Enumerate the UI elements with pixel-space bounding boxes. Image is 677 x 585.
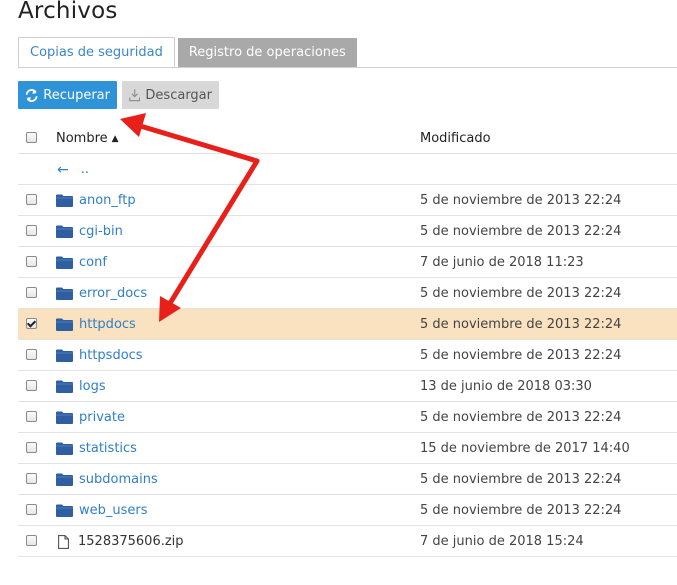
table-row[interactable]: conf 7 de junio de 2018 11:23 — [18, 247, 677, 278]
table-row[interactable]: statistics 15 de noviembre de 2017 14:40 — [18, 433, 677, 464]
back-arrow-icon[interactable]: ← — [57, 162, 69, 178]
download-button-label: Descargar — [145, 87, 212, 103]
name-cell: httpsdocs — [56, 340, 143, 371]
row-checkbox[interactable] — [26, 535, 37, 546]
folder-icon — [56, 194, 73, 207]
folder-icon — [56, 380, 73, 393]
parent-directory-row[interactable]: ← .. — [18, 154, 677, 185]
table-row[interactable]: cgi-bin 5 de noviembre de 2013 22:24 — [18, 216, 677, 247]
download-icon — [129, 89, 141, 102]
row-checkbox[interactable] — [26, 442, 37, 453]
folder-link[interactable]: httpsdocs — [79, 348, 143, 363]
folder-link[interactable]: anon_ftp — [79, 193, 136, 208]
modified-column-header[interactable]: Modificado — [420, 123, 491, 154]
tab-operations-log[interactable]: Registro de operaciones — [177, 38, 357, 68]
name-cell: private — [56, 402, 125, 433]
modified-cell: 5 de noviembre de 2013 22:24 — [420, 472, 622, 487]
modified-cell: 5 de noviembre de 2013 22:24 — [420, 348, 622, 363]
table-row[interactable]: subdomains 5 de noviembre de 2013 22:24 — [18, 464, 677, 495]
name-cell: statistics — [56, 433, 137, 464]
modified-cell: 5 de noviembre de 2013 22:24 — [420, 224, 622, 239]
folder-link[interactable]: httpdocs — [79, 317, 136, 332]
recover-button[interactable]: Recuperar — [18, 81, 117, 109]
folder-icon — [56, 411, 73, 424]
folder-icon — [56, 256, 73, 269]
page-title: Archivos — [18, 0, 118, 24]
table-row[interactable]: error_docs 5 de noviembre de 2013 22:24 — [18, 278, 677, 309]
row-checkbox[interactable] — [26, 411, 37, 422]
name-cell: anon_ftp — [56, 185, 136, 216]
modified-cell: 5 de noviembre de 2013 22:24 — [420, 317, 622, 332]
row-checkbox[interactable] — [26, 473, 37, 484]
folder-icon — [56, 318, 73, 331]
download-button[interactable]: Descargar — [122, 81, 219, 109]
folder-link[interactable]: logs — [79, 379, 106, 394]
modified-cell: 5 de noviembre de 2013 22:24 — [420, 286, 622, 301]
folder-icon — [56, 225, 73, 238]
name-cell: subdomains — [56, 464, 158, 495]
file-rows: anon_ftp 5 de noviembre de 2013 22:24 cgi-… — [18, 185, 677, 557]
folder-icon — [56, 349, 73, 362]
modified-cell: 5 de noviembre de 2013 22:24 — [420, 410, 622, 425]
tab-divider — [18, 67, 677, 68]
sort-ascending-icon: ▲ — [111, 133, 119, 144]
tab-bar: Copias de seguridad Registro de operacio… — [18, 37, 357, 68]
modified-cell: 5 de noviembre de 2013 22:24 — [420, 193, 622, 208]
file-table: Nombre ▲ Modificado ← .. anon_ftp 5 de no… — [18, 123, 677, 557]
tab-backups[interactable]: Copias de seguridad — [18, 37, 175, 68]
modified-cell: 7 de junio de 2018 15:24 — [420, 534, 584, 549]
name-cell: httpdocs — [56, 309, 136, 340]
folder-link[interactable]: statistics — [79, 441, 137, 456]
modified-cell: 15 de noviembre de 2017 14:40 — [420, 441, 630, 456]
table-row[interactable]: 1528375606.zip 7 de junio de 2018 15:24 — [18, 526, 677, 557]
row-checkbox[interactable] — [26, 256, 37, 267]
parent-directory-link[interactable]: .. — [81, 162, 89, 177]
table-row[interactable]: web_users 5 de noviembre de 2013 22:24 — [18, 495, 677, 526]
folder-icon — [56, 442, 73, 455]
folder-link[interactable]: conf — [79, 255, 107, 270]
row-checkbox[interactable] — [26, 380, 37, 391]
table-header: Nombre ▲ Modificado — [18, 123, 677, 154]
row-checkbox[interactable] — [26, 194, 37, 205]
folder-link[interactable]: subdomains — [79, 472, 158, 487]
name-column-header[interactable]: Nombre ▲ — [56, 123, 119, 154]
name-cell: logs — [56, 371, 106, 402]
name-cell: 1528375606.zip — [56, 526, 184, 557]
folder-link[interactable]: cgi-bin — [79, 224, 123, 239]
name-column-label: Nombre — [56, 131, 108, 146]
table-row[interactable]: httpdocs 5 de noviembre de 2013 22:24 — [18, 309, 677, 340]
table-row[interactable]: private 5 de noviembre de 2013 22:24 — [18, 402, 677, 433]
name-cell: web_users — [56, 495, 148, 526]
name-cell: cgi-bin — [56, 216, 123, 247]
refresh-icon — [25, 88, 38, 102]
row-checkbox[interactable] — [26, 225, 37, 236]
folder-link[interactable]: private — [79, 410, 125, 425]
folder-link[interactable]: error_docs — [79, 286, 147, 301]
folder-icon — [56, 287, 73, 300]
row-checkbox[interactable] — [26, 287, 37, 298]
folder-link[interactable]: web_users — [79, 503, 148, 518]
row-checkbox[interactable] — [26, 349, 37, 360]
file-name: 1528375606.zip — [78, 534, 184, 549]
modified-cell: 5 de noviembre de 2013 22:24 — [420, 503, 622, 518]
table-row[interactable]: httpsdocs 5 de noviembre de 2013 22:24 — [18, 340, 677, 371]
table-row[interactable]: logs 13 de junio de 2018 03:30 — [18, 371, 677, 402]
folder-icon — [56, 504, 73, 517]
recover-button-label: Recuperar — [43, 87, 110, 103]
modified-cell: 13 de junio de 2018 03:30 — [420, 379, 592, 394]
file-icon — [58, 534, 69, 549]
toolbar: Recuperar Descargar — [18, 81, 219, 109]
name-cell: error_docs — [56, 278, 147, 309]
folder-icon — [56, 473, 73, 486]
name-cell: conf — [56, 247, 107, 278]
row-checkbox[interactable] — [26, 318, 37, 329]
row-checkbox[interactable] — [26, 504, 37, 515]
modified-cell: 7 de junio de 2018 11:23 — [420, 255, 584, 270]
table-row[interactable]: anon_ftp 5 de noviembre de 2013 22:24 — [18, 185, 677, 216]
select-all-checkbox[interactable] — [26, 132, 37, 143]
